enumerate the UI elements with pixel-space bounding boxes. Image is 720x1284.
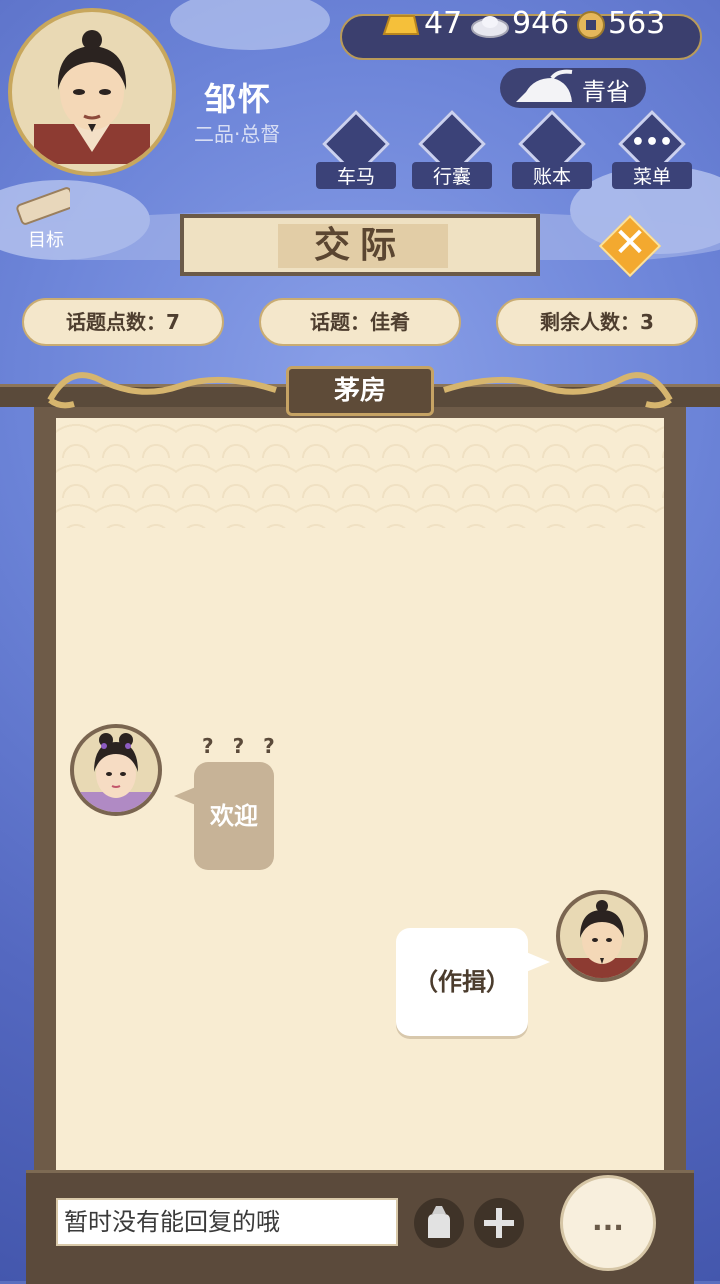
- bag-icon: [428, 1206, 450, 1238]
- copper-count: 563: [608, 6, 666, 41]
- player-avatar[interactable]: [8, 8, 176, 176]
- bundle-label: 行囊: [412, 162, 492, 189]
- plus-icon: [484, 1208, 514, 1238]
- page-title: 交际: [313, 225, 406, 266]
- gift-button[interactable]: [414, 1198, 464, 1248]
- close-button[interactable]: ✕: [598, 214, 662, 278]
- player-chat-portrait: [560, 900, 644, 978]
- left-ornament: [47, 372, 277, 409]
- npc-avatar[interactable]: [70, 724, 162, 816]
- ellipsis-glyph: •••: [630, 130, 674, 155]
- npc-message-bubble: 欢迎: [194, 762, 274, 870]
- target-label: 目标: [28, 230, 64, 251]
- player-message-bubble: （作揖）: [396, 928, 528, 1036]
- wave-pattern: [56, 418, 664, 528]
- topic-points-pill: 话题点数：7: [22, 298, 224, 346]
- silver-count: 946: [512, 6, 570, 41]
- topic-pill: 话题：佳肴: [259, 298, 461, 346]
- title-banner: 交际: [180, 214, 540, 276]
- gold-count: 47: [424, 6, 463, 41]
- player-name: 邹怀: [204, 80, 273, 118]
- bubble-tail-right: [526, 952, 550, 972]
- npc-portrait: [74, 733, 158, 812]
- player-portrait: [34, 30, 150, 164]
- right-ornament: [443, 372, 673, 409]
- close-icon: ✕: [613, 220, 647, 266]
- room-name: 茅房: [286, 366, 434, 416]
- carriage-label: 车马: [316, 162, 396, 189]
- player-chat-avatar[interactable]: [556, 890, 648, 982]
- add-button[interactable]: [474, 1198, 524, 1248]
- silver-ingot-icon: [471, 16, 509, 38]
- season-label: 青省: [582, 78, 630, 106]
- question-marks: ? ? ?: [202, 734, 281, 758]
- more-options-button[interactable]: ...: [560, 1175, 656, 1271]
- gold-bar-icon: [382, 15, 420, 35]
- menu-label: 菜单: [612, 162, 692, 189]
- remaining-pill: 剩余人数：3: [496, 298, 698, 346]
- iron-icon: [516, 69, 573, 102]
- player-rank: 二品·总督: [194, 122, 281, 146]
- ledger-label: 账本: [512, 162, 592, 189]
- reply-text-field[interactable]: 暂时没有能回复的哦: [56, 1198, 398, 1246]
- copper-coin-icon: [577, 11, 605, 39]
- scroll-icon[interactable]: [10, 186, 70, 230]
